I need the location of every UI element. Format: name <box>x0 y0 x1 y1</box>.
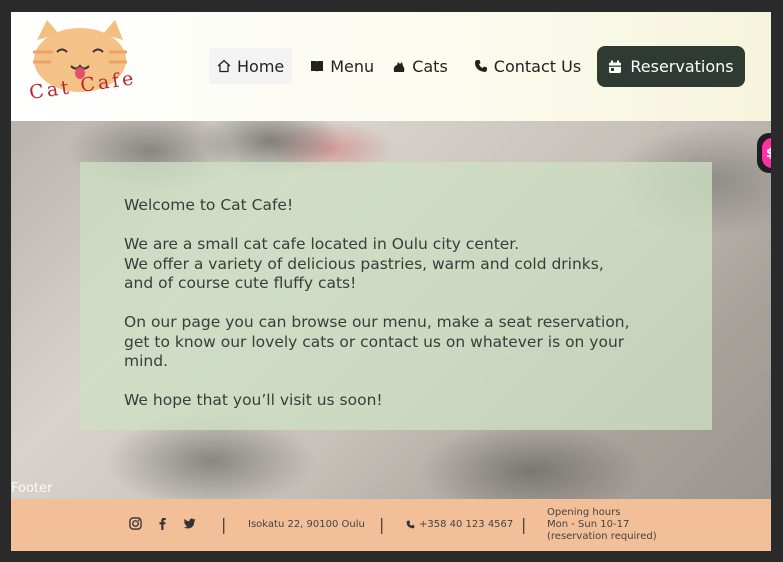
page-frame: Cat Cafe Home Menu Cats Contact Us Reser… <box>11 12 771 551</box>
facebook-icon[interactable] <box>156 517 169 530</box>
welcome-heading: Welcome to Cat Cafe! <box>124 196 294 214</box>
hours-note: (reservation required) <box>547 531 657 542</box>
reservations-label: Reservations <box>630 57 734 76</box>
nav-menu-label: Menu <box>330 56 375 76</box>
browse-paragraph: On our page you can browse our menu, mak… <box>124 313 630 370</box>
intro-paragraph: We are a small cat cafe located in Oulu … <box>124 235 604 292</box>
instagram-icon[interactable] <box>129 517 142 530</box>
footer-divider: | <box>521 515 527 534</box>
hours-days: Mon - Sun 10-17 <box>547 519 630 530</box>
nav-menu[interactable]: Menu <box>302 48 382 84</box>
footer-address: Isokatu 22, 90100 Oulu <box>248 519 365 530</box>
nav-home-label: Home <box>237 56 285 76</box>
hero-section: Welcome to Cat Cafe! We are a small cat … <box>11 121 771 499</box>
nav-contact[interactable]: Contact Us <box>466 48 589 84</box>
side-badge-text: $ <box>762 138 771 168</box>
social-links <box>129 517 196 530</box>
hours-title: Opening hours <box>547 507 621 518</box>
main-nav: Home Menu Cats Contact Us <box>209 48 589 84</box>
home-icon <box>217 59 231 73</box>
calendar-icon <box>609 60 622 73</box>
closing-paragraph: We hope that you’ll visit us soon! <box>124 391 383 409</box>
footer-phone-number: +358 40 123 4567 <box>419 519 514 530</box>
side-badge[interactable]: $ <box>757 133 771 173</box>
site-footer: | Isokatu 22, 90100 Oulu | +358 40 123 4… <box>11 499 771 551</box>
cat-icon <box>393 62 405 72</box>
welcome-box: Welcome to Cat Cafe! We are a small cat … <box>80 162 712 430</box>
twitter-icon[interactable] <box>183 517 196 530</box>
footer-divider: | <box>379 515 385 534</box>
phone-icon <box>474 60 487 72</box>
book-icon <box>311 61 324 72</box>
nav-home[interactable]: Home <box>209 48 293 84</box>
phone-icon <box>406 520 415 529</box>
nav-cats[interactable]: Cats <box>384 48 456 84</box>
reservations-button[interactable]: Reservations <box>597 46 745 87</box>
nav-contact-label: Contact Us <box>493 56 582 76</box>
footer-divider: | <box>221 515 227 534</box>
footer-placeholder-label: Footer <box>11 481 53 496</box>
footer-phone[interactable]: +358 40 123 4567 <box>406 519 513 530</box>
footer-hours: Opening hours Mon - Sun 10-17 (reservati… <box>547 507 657 543</box>
site-header: Cat Cafe Home Menu Cats Contact Us Reser… <box>11 12 771 121</box>
nav-cats-label: Cats <box>412 56 448 76</box>
